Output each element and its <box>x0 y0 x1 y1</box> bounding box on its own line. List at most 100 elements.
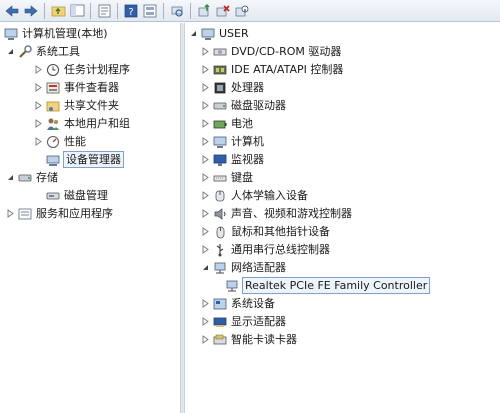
system-tools-icon <box>18 44 32 59</box>
toolbar-separator <box>190 2 191 19</box>
tree-label: 磁盘驱动器 <box>231 99 286 112</box>
expand-arrow-icon[interactable] <box>201 47 210 56</box>
expand-arrow-icon[interactable] <box>201 173 210 182</box>
device-category-ide[interactable]: IDE ATA/ATAPI 控制器 <box>201 61 343 78</box>
uninstall-icon[interactable] <box>215 3 231 19</box>
device-manager-icon <box>46 153 60 167</box>
device-category-monitor[interactable]: 监视器 <box>201 151 264 168</box>
tree-label: IDE ATA/ATAPI 控制器 <box>231 63 344 76</box>
device-category-network[interactable]: 网络适配器 <box>201 259 286 276</box>
tree-label-selected: 设备管理器 <box>63 151 124 168</box>
mouse-icon <box>213 225 227 239</box>
expand-arrow-icon[interactable] <box>201 317 210 326</box>
battery-icon <box>213 117 227 131</box>
toolbar-separator <box>90 2 91 19</box>
device-realtek-nic[interactable]: Realtek PCIe FE Family Controller <box>225 277 431 294</box>
device-category-processor[interactable]: 处理器 <box>201 79 264 96</box>
device-tree-root[interactable]: USER <box>189 25 249 42</box>
expand-arrow-icon[interactable] <box>34 119 43 128</box>
tree-label: 性能 <box>64 135 86 148</box>
tree-item-computer-management[interactable]: 计算机管理(本地) <box>4 25 108 42</box>
tree-item-storage[interactable]: 存储 <box>6 169 58 186</box>
device-category-sound[interactable]: 声音、视频和游戏控制器 <box>201 205 352 222</box>
collapse-arrow-icon[interactable] <box>6 47 15 56</box>
hid-icon <box>213 189 227 203</box>
tree-item-task-scheduler[interactable]: 任务计划程序 <box>34 61 130 78</box>
tree-label: 磁盘管理 <box>64 189 108 202</box>
dvd-drive-icon <box>213 45 227 59</box>
tree-item-event-viewer[interactable]: 事件查看器 <box>34 79 119 96</box>
update-driver-icon[interactable] <box>196 3 212 19</box>
expand-arrow-icon[interactable] <box>201 191 210 200</box>
tree-label: 键盘 <box>231 171 253 184</box>
help-icon[interactable]: ? <box>123 3 139 19</box>
device-category-display[interactable]: 显示适配器 <box>201 313 286 330</box>
users-icon <box>46 117 60 131</box>
tree-item-shared-folders[interactable]: 共享文件夹 <box>34 97 119 114</box>
expand-arrow-icon[interactable] <box>201 119 210 128</box>
device-category-hid[interactable]: 人体学输入设备 <box>201 187 308 204</box>
tree-label: 显示适配器 <box>231 315 286 328</box>
collapse-arrow-icon[interactable] <box>201 263 210 272</box>
expand-arrow-icon[interactable] <box>201 137 210 146</box>
tree-label: 计算机管理(本地) <box>22 27 108 40</box>
device-category-smartcard[interactable]: 智能卡读卡器 <box>201 331 297 348</box>
collapse-arrow-icon[interactable] <box>189 29 198 38</box>
tree-item-disk-management[interactable]: 磁盘管理 <box>46 187 108 204</box>
tree-label: 本地用户和组 <box>64 117 130 130</box>
collapse-arrow-icon[interactable] <box>6 173 15 182</box>
tree-item-services-apps[interactable]: 服务和应用程序 <box>6 205 113 222</box>
console-tree: 计算机管理(本地) 系统工具 任务计划程序 事件查看器 共享文件夹 本地用户和组… <box>0 23 180 413</box>
tree-label: 监视器 <box>231 153 264 166</box>
device-category-mouse[interactable]: 鼠标和其他指针设备 <box>201 223 330 240</box>
tree-label: DVD/CD-ROM 驱动器 <box>231 45 342 58</box>
expand-arrow-icon[interactable] <box>34 137 43 146</box>
tree-item-local-users[interactable]: 本地用户和组 <box>34 115 130 132</box>
expand-arrow-icon[interactable] <box>201 227 210 236</box>
expand-arrow-icon[interactable] <box>201 299 210 308</box>
shared-folder-icon <box>46 99 60 113</box>
expand-arrow-icon[interactable] <box>201 155 210 164</box>
properties-icon[interactable] <box>96 3 112 19</box>
expand-arrow-icon[interactable] <box>201 209 210 218</box>
show-hide-tree-icon[interactable] <box>69 3 85 19</box>
monitor-icon <box>213 153 227 167</box>
view-icon[interactable] <box>142 3 158 19</box>
services-icon <box>18 207 32 221</box>
tree-item-device-manager[interactable]: 设备管理器 <box>46 151 124 168</box>
expand-arrow-icon[interactable] <box>6 209 15 218</box>
expand-arrow-icon[interactable] <box>34 101 43 110</box>
device-category-dvd[interactable]: DVD/CD-ROM 驱动器 <box>201 43 341 60</box>
expand-arrow-icon[interactable] <box>34 65 43 74</box>
performance-icon <box>46 135 60 149</box>
device-category-battery[interactable]: 电池 <box>201 115 253 132</box>
disk-management-icon <box>46 189 60 203</box>
forward-icon[interactable] <box>23 3 39 19</box>
device-category-computer[interactable]: 计算机 <box>201 133 264 150</box>
tree-label: 处理器 <box>231 81 264 94</box>
expand-arrow-icon[interactable] <box>34 83 43 92</box>
disk-drive-icon <box>213 99 227 113</box>
scan-hardware-icon[interactable] <box>169 3 185 19</box>
tree-label-selected: Realtek PCIe FE Family Controller <box>241 277 431 294</box>
up-folder-icon[interactable] <box>50 3 66 19</box>
device-category-keyboard[interactable]: 键盘 <box>201 169 253 186</box>
device-category-usb[interactable]: 通用串行总线控制器 <box>201 241 330 258</box>
expand-arrow-icon[interactable] <box>201 335 210 344</box>
tree-item-performance[interactable]: 性能 <box>34 133 86 150</box>
tree-label: 系统设备 <box>231 297 275 310</box>
tree-label: 共享文件夹 <box>64 99 119 112</box>
toolbar: ? <box>0 0 500 22</box>
back-icon[interactable] <box>4 3 20 19</box>
device-category-disk[interactable]: 磁盘驱动器 <box>201 97 286 114</box>
expand-arrow-icon[interactable] <box>201 83 210 92</box>
disable-icon[interactable] <box>234 3 250 19</box>
tree-item-system-tools[interactable]: 系统工具 <box>6 43 80 60</box>
expand-arrow-icon[interactable] <box>201 101 210 110</box>
computer-icon <box>201 27 215 41</box>
svg-text:?: ? <box>128 7 133 18</box>
expand-arrow-icon[interactable] <box>201 245 210 254</box>
device-category-system[interactable]: 系统设备 <box>201 295 275 312</box>
usb-icon <box>213 243 227 257</box>
expand-arrow-icon[interactable] <box>201 65 210 74</box>
